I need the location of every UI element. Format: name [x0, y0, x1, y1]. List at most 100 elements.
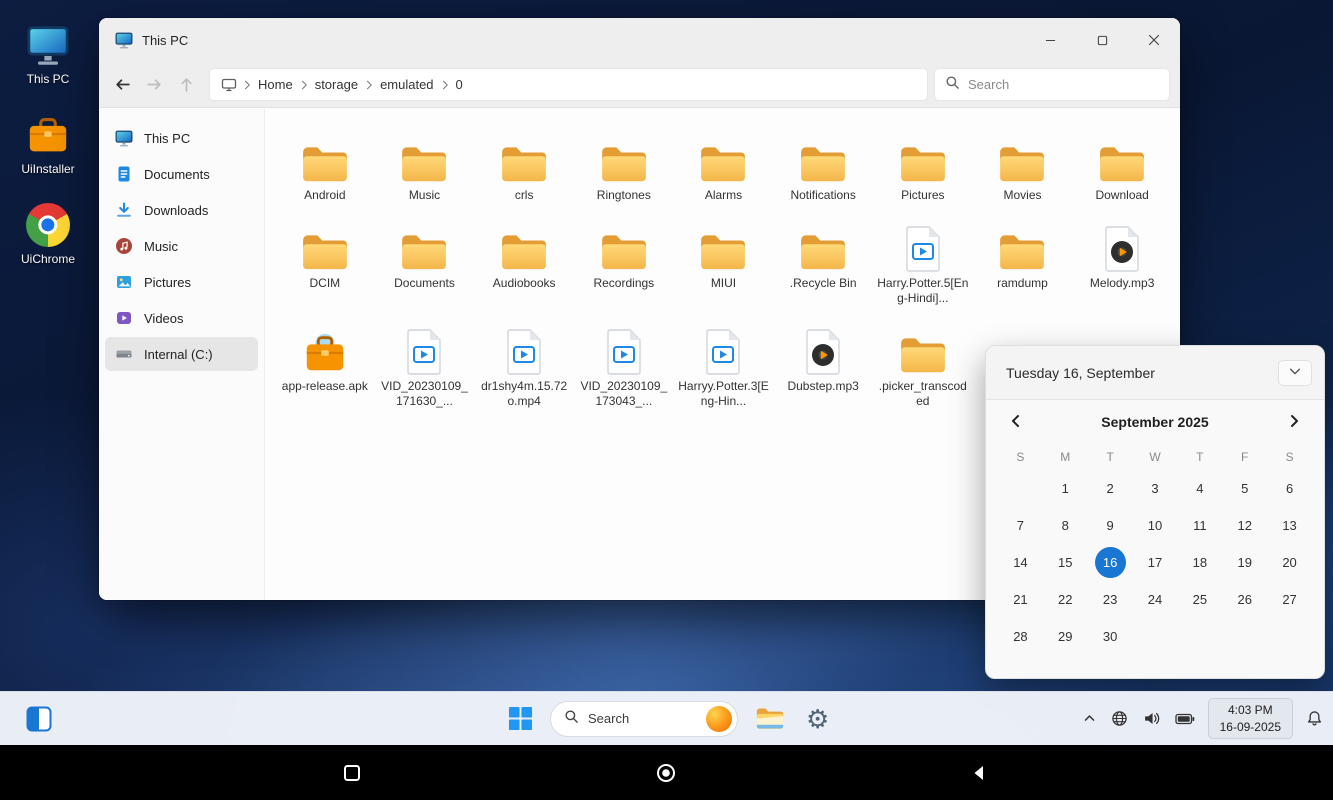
folder-audiobooks[interactable]: Audiobooks — [474, 215, 574, 293]
calendar-day-7[interactable]: 7 — [998, 507, 1043, 544]
titlebar[interactable]: This PC — [99, 18, 1180, 62]
folder-crls[interactable]: crls — [474, 127, 574, 205]
calendar-day-13[interactable]: 13 — [1267, 507, 1312, 544]
calendar-day-17[interactable]: 17 — [1133, 544, 1178, 581]
folder-recordings[interactable]: Recordings — [574, 215, 674, 293]
calendar-day-12[interactable]: 12 — [1222, 507, 1267, 544]
up-button[interactable] — [171, 69, 201, 101]
calendar-day-14[interactable]: 14 — [998, 544, 1043, 581]
taskbar-clock[interactable]: 4:03 PM 16-09-2025 — [1208, 698, 1293, 738]
file-harry-potter-5-eng-hindi[interactable]: Harry.Potter.5[Eng-Hindi]... — [873, 215, 973, 308]
file-dubstep-mp3[interactable]: Dubstep.mp3 — [773, 318, 873, 396]
calendar-day-5[interactable]: 5 — [1222, 470, 1267, 507]
hidden-icons-chevron[interactable] — [1081, 710, 1098, 727]
sidebar-item-downloads[interactable]: Downloads — [105, 193, 258, 227]
forward-button[interactable] — [139, 69, 169, 101]
close-button[interactable] — [1128, 18, 1180, 62]
file-harryy-potter-3-eng-hin[interactable]: Harryy.Potter.3[Eng-Hin... — [674, 318, 774, 411]
folder-recycle-bin[interactable]: .Recycle Bin — [773, 215, 873, 293]
breadcrumb-item-storage[interactable]: storage — [311, 75, 362, 94]
calendar-day-2[interactable]: 2 — [1088, 470, 1133, 507]
folder-android[interactable]: Android — [275, 127, 375, 205]
desktop-icon-this-pc[interactable]: This PC — [2, 18, 94, 91]
taskbar-search[interactable]: Search — [550, 701, 738, 737]
folder-ringtones[interactable]: Ringtones — [574, 127, 674, 205]
folder-miui[interactable]: MIUI — [674, 215, 774, 293]
calendar-day-10[interactable]: 10 — [1133, 507, 1178, 544]
breadcrumb-item-0[interactable]: 0 — [452, 75, 467, 94]
calendar-day-4[interactable]: 4 — [1177, 470, 1222, 507]
desktop-icon-uichrome[interactable]: UiChrome — [2, 198, 94, 271]
sidebar-item-this-pc[interactable]: This PC — [105, 121, 258, 155]
drive-icon — [115, 345, 133, 363]
calendar-day-16[interactable]: 16 — [1088, 544, 1133, 581]
settings-gear-icon[interactable]: ⚙ — [802, 702, 833, 736]
back-triangle-icon[interactable] — [970, 764, 988, 782]
folder-download[interactable]: Download — [1072, 127, 1172, 205]
calendar-day-30[interactable]: 30 — [1088, 618, 1133, 655]
calendar-day-19[interactable]: 19 — [1222, 544, 1267, 581]
calendar-day-6[interactable]: 6 — [1267, 470, 1312, 507]
folder-alarms[interactable]: Alarms — [674, 127, 774, 205]
calendar-day-27[interactable]: 27 — [1267, 581, 1312, 618]
calendar-day-23[interactable]: 23 — [1088, 581, 1133, 618]
calendar-day-26[interactable]: 26 — [1222, 581, 1267, 618]
maximize-button[interactable] — [1076, 18, 1128, 62]
breadcrumb-item-emulated[interactable]: emulated — [376, 75, 437, 94]
weekday-label: T — [1177, 444, 1222, 470]
file-vid-20230109-171630[interactable]: VID_20230109_171630_... — [375, 318, 475, 411]
back-button[interactable] — [107, 69, 137, 101]
minimize-button[interactable] — [1024, 18, 1076, 62]
folder-pictures[interactable]: Pictures — [873, 127, 973, 205]
folder-music[interactable]: Music — [375, 127, 475, 205]
calendar-day-22[interactable]: 22 — [1043, 581, 1088, 618]
calendar-day-1[interactable]: 1 — [1043, 470, 1088, 507]
sidebar-item-videos[interactable]: Videos — [105, 301, 258, 335]
calendar-day-28[interactable]: 28 — [998, 618, 1043, 655]
sidebar-item-music[interactable]: Music — [105, 229, 258, 263]
sidebar-item-documents[interactable]: Documents — [105, 157, 258, 191]
folder-movies[interactable]: Movies — [973, 127, 1073, 205]
network-globe-icon[interactable] — [1109, 708, 1130, 729]
chevron-down-icon — [1288, 364, 1302, 381]
calendar-day-9[interactable]: 9 — [1088, 507, 1133, 544]
folder-picker-transcoded[interactable]: .picker_transcoded — [873, 318, 973, 411]
battery-icon[interactable] — [1173, 711, 1197, 727]
file-vid-20230109-173043[interactable]: VID_20230109_173043_... — [574, 318, 674, 411]
calendar-collapse-button[interactable] — [1278, 360, 1312, 386]
calendar-day-18[interactable]: 18 — [1177, 544, 1222, 581]
notification-bell-icon[interactable] — [1304, 708, 1325, 729]
folder-ramdump[interactable]: ramdump — [973, 215, 1073, 293]
calendar-day-empty — [1177, 618, 1222, 655]
start-button[interactable] — [504, 702, 537, 735]
folder-notifications[interactable]: Notifications — [773, 127, 873, 205]
calendar-day-8[interactable]: 8 — [1043, 507, 1088, 544]
file-explorer-taskbar-icon[interactable] — [751, 702, 789, 735]
calendar-day-20[interactable]: 20 — [1267, 544, 1312, 581]
calendar-next-button[interactable] — [1280, 408, 1308, 436]
sidebar-item-internal-c[interactable]: Internal (C:) — [105, 337, 258, 371]
calendar-prev-button[interactable] — [1002, 408, 1030, 436]
desktop-icon-uiinstaller[interactable]: UiInstaller — [2, 108, 94, 181]
calendar-day-29[interactable]: 29 — [1043, 618, 1088, 655]
breadcrumb-item-home[interactable]: Home — [254, 75, 297, 94]
widgets-pane-icon[interactable] — [22, 702, 56, 736]
home-circle-icon[interactable] — [656, 763, 676, 783]
folder-dcim[interactable]: DCIM — [275, 215, 375, 293]
calendar-day-11[interactable]: 11 — [1177, 507, 1222, 544]
calendar-day-3[interactable]: 3 — [1133, 470, 1178, 507]
folder-documents[interactable]: Documents — [375, 215, 475, 293]
sidebar-item-pictures[interactable]: Pictures — [105, 265, 258, 299]
breadcrumb[interactable]: Home storage emulated 0 — [209, 68, 928, 101]
file-dr1shy4m-15-72o-mp4[interactable]: dr1shy4m.15.72o.mp4 — [474, 318, 574, 411]
volume-icon[interactable] — [1141, 708, 1162, 729]
calendar-day-25[interactable]: 25 — [1177, 581, 1222, 618]
search-input[interactable] — [968, 77, 1159, 92]
explorer-search[interactable] — [934, 68, 1170, 101]
recents-square-icon[interactable] — [343, 764, 361, 782]
file-app-release-apk[interactable]: app-release.apk — [275, 318, 375, 396]
calendar-day-21[interactable]: 21 — [998, 581, 1043, 618]
calendar-day-15[interactable]: 15 — [1043, 544, 1088, 581]
file-melody-mp3[interactable]: Melody.mp3 — [1072, 215, 1172, 293]
calendar-day-24[interactable]: 24 — [1133, 581, 1178, 618]
